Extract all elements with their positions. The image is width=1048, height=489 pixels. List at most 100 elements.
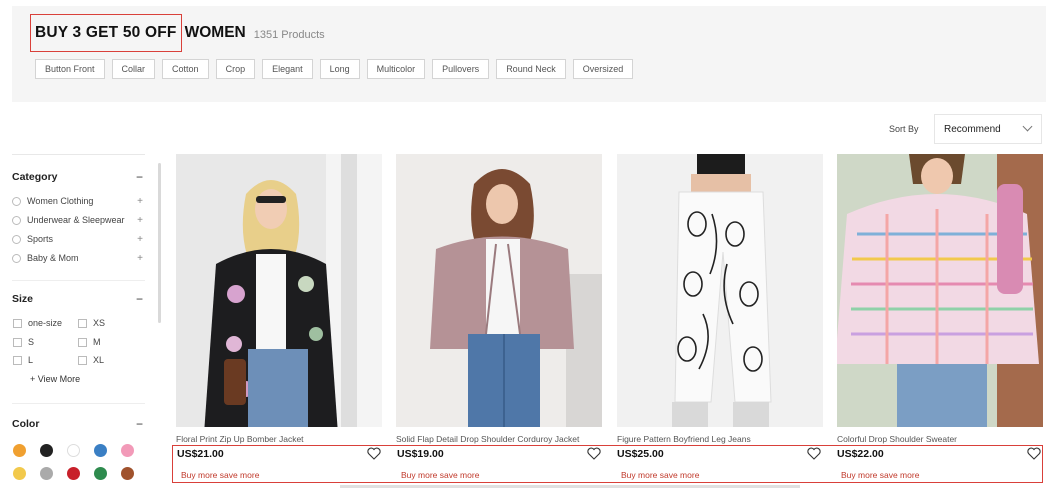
tag-multicolor[interactable]: Multicolor [366, 59, 426, 79]
product-card[interactable] [396, 154, 602, 427]
sidebar-divider [12, 280, 145, 281]
tag-oversized[interactable]: Oversized [572, 59, 634, 79]
color-swatch[interactable] [121, 467, 134, 480]
heart-icon[interactable] [1027, 447, 1041, 460]
product-price: US$19.00 [397, 448, 444, 460]
product-card[interactable] [176, 154, 382, 427]
size-option-label: L [28, 355, 34, 365]
checkbox-icon [78, 355, 87, 365]
heart-icon[interactable] [807, 447, 821, 460]
product-image[interactable] [837, 154, 1043, 427]
product-card[interactable] [837, 154, 1043, 427]
sidebar-divider [12, 154, 145, 155]
size-option-label: M [93, 337, 101, 347]
sidebar-divider [12, 403, 145, 404]
product-price: US$25.00 [617, 448, 664, 460]
category-title: WOMEN [184, 24, 246, 41]
color-swatch[interactable] [40, 444, 53, 457]
view-more-link[interactable]: + View More [30, 374, 80, 384]
color-swatch[interactable] [13, 467, 26, 480]
category-item-baby-mom[interactable]: Baby & Mom + [12, 253, 143, 264]
tag-long[interactable]: Long [319, 59, 360, 79]
checkbox-icon [13, 355, 22, 365]
tag-cotton[interactable]: Cotton [162, 59, 209, 79]
product-name[interactable]: Solid Flap Detail Drop Shoulder Corduroy… [396, 434, 579, 444]
radio-icon [12, 196, 21, 206]
size-option-m[interactable]: M [78, 337, 101, 347]
category-item-women-clothing[interactable]: Women Clothing + [12, 196, 143, 207]
size-option-l[interactable]: L [13, 355, 33, 365]
tag-round-neck[interactable]: Round Neck [496, 59, 566, 79]
tag-elegant[interactable]: Elegant [262, 59, 313, 79]
radio-icon [12, 215, 21, 225]
tag-button-front[interactable]: Button Front [35, 59, 105, 79]
checkbox-icon [78, 337, 87, 347]
size-option-label: XS [93, 318, 106, 328]
product-name[interactable]: Floral Print Zip Up Bomber Jacket [176, 434, 304, 444]
color-swatch[interactable] [94, 467, 107, 480]
category-item-underwear[interactable]: Underwear & Sleepwear + [12, 215, 143, 226]
size-option-label: one-size [28, 318, 63, 328]
product-name[interactable]: Colorful Drop Shoulder Sweater [837, 434, 957, 444]
chevron-down-icon [1022, 121, 1033, 132]
color-swatch[interactable] [13, 444, 26, 457]
color-swatch[interactable] [67, 444, 80, 457]
size-option-one-size[interactable]: one-size [13, 318, 62, 328]
sort-label: Sort By [889, 124, 919, 134]
category-item-label: Underwear & Sleepwear [27, 215, 125, 225]
checkbox-icon [13, 337, 22, 347]
expand-icon[interactable]: + [137, 234, 143, 245]
color-section-title: Color [12, 418, 40, 430]
color-section-header[interactable]: Color − [12, 417, 143, 431]
product-price: US$21.00 [177, 448, 224, 460]
horizontal-scrollbar[interactable] [340, 485, 800, 488]
page-title-row: BUY 3 GET 50 OFF WOMEN 1351 Products [30, 14, 325, 52]
expand-icon[interactable]: + [137, 196, 143, 207]
color-swatch[interactable] [67, 467, 80, 480]
radio-icon [12, 234, 21, 244]
size-option-xs[interactable]: XS [78, 318, 105, 328]
color-swatch[interactable] [40, 467, 53, 480]
expand-icon[interactable]: + [137, 253, 143, 264]
radio-icon [12, 253, 21, 263]
size-option-s[interactable]: S [13, 337, 34, 347]
category-item-label: Women Clothing [27, 196, 94, 206]
promo-label[interactable]: Buy more save more [621, 470, 699, 480]
size-section-header[interactable]: Size − [12, 292, 143, 306]
category-item-label: Sports [27, 234, 54, 244]
category-item-label: Baby & Mom [27, 253, 79, 263]
collapse-icon[interactable]: − [136, 170, 143, 184]
tag-crop[interactable]: Crop [215, 59, 256, 79]
heart-icon[interactable] [587, 447, 601, 460]
color-swatch[interactable] [94, 444, 107, 457]
tag-collar[interactable]: Collar [111, 59, 156, 79]
promo-label[interactable]: Buy more save more [401, 470, 479, 480]
sort-dropdown[interactable]: Recommend [934, 114, 1042, 144]
collapse-icon[interactable]: − [136, 417, 143, 431]
size-option-xl[interactable]: XL [78, 355, 104, 365]
checkbox-icon [78, 318, 87, 328]
heart-icon[interactable] [367, 447, 381, 460]
tag-pullovers[interactable]: Pullovers [432, 59, 490, 79]
product-image[interactable] [176, 154, 382, 427]
promo-title: BUY 3 GET 50 OFF [30, 14, 182, 52]
checkbox-icon [13, 318, 22, 328]
product-count: 1351 Products [253, 28, 325, 41]
color-swatch[interactable] [121, 444, 134, 457]
sort-value: Recommend [944, 123, 1001, 135]
promo-label[interactable]: Buy more save more [181, 470, 259, 480]
filter-tags: Button Front Collar Cotton Crop Elegant … [35, 59, 640, 79]
expand-icon[interactable]: + [137, 215, 143, 226]
category-item-sports[interactable]: Sports + [12, 234, 143, 245]
product-name[interactable]: Figure Pattern Boyfriend Leg Jeans [617, 434, 751, 444]
collapse-icon[interactable]: − [136, 292, 143, 306]
category-section-header[interactable]: Category − [12, 170, 143, 184]
product-price: US$22.00 [837, 448, 884, 460]
product-card[interactable] [617, 154, 823, 427]
size-section-title: Size [12, 293, 34, 305]
product-image[interactable] [617, 154, 823, 427]
product-image[interactable] [396, 154, 602, 427]
promo-label[interactable]: Buy more save more [841, 470, 919, 480]
sidebar-scrollbar[interactable] [158, 163, 161, 323]
size-option-label: XL [93, 355, 105, 365]
